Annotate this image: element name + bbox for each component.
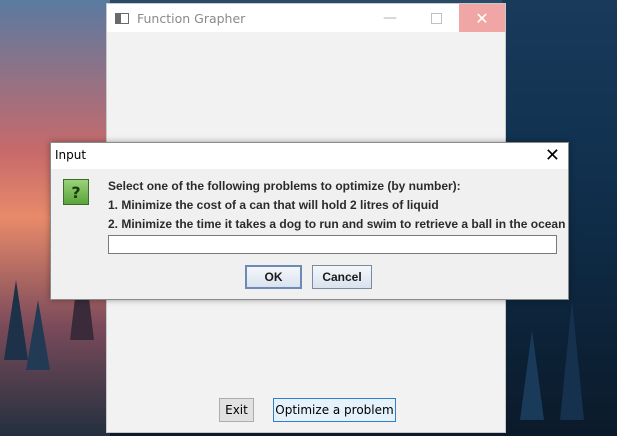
main-titlebar[interactable]: Function Grapher — ✕ [107,4,505,32]
main-window-title: Function Grapher [137,10,246,26]
exit-button[interactable]: Exit [219,398,254,422]
cancel-button[interactable]: Cancel [312,265,372,289]
dialog-message-line: Select one of the following problems to … [108,179,461,193]
input-dialog: Input ✕ ? Select one of the following pr… [50,142,569,300]
dialog-close-icon[interactable]: ✕ [545,145,560,167]
problem-number-input[interactable] [108,235,557,254]
maximize-button[interactable] [413,4,459,32]
app-window-icon [115,12,129,24]
dialog-message-line: 2. Minimize the time it takes a dog to r… [108,217,566,231]
close-button[interactable]: ✕ [459,4,505,32]
minimize-button[interactable]: — [367,4,413,32]
dialog-title: Input [55,148,87,162]
dialog-message-line: 1. Minimize the cost of a can that will … [108,198,439,212]
tree-shape [520,330,544,420]
maximize-icon [430,12,442,24]
optimize-problem-button[interactable]: Optimize a problem [273,398,396,422]
dialog-titlebar[interactable]: Input ✕ [51,143,568,169]
tree-shape [560,300,584,420]
question-icon: ? [63,179,89,205]
ok-button[interactable]: OK [245,265,302,289]
tree-shape [4,280,28,360]
tree-shape [26,300,50,370]
